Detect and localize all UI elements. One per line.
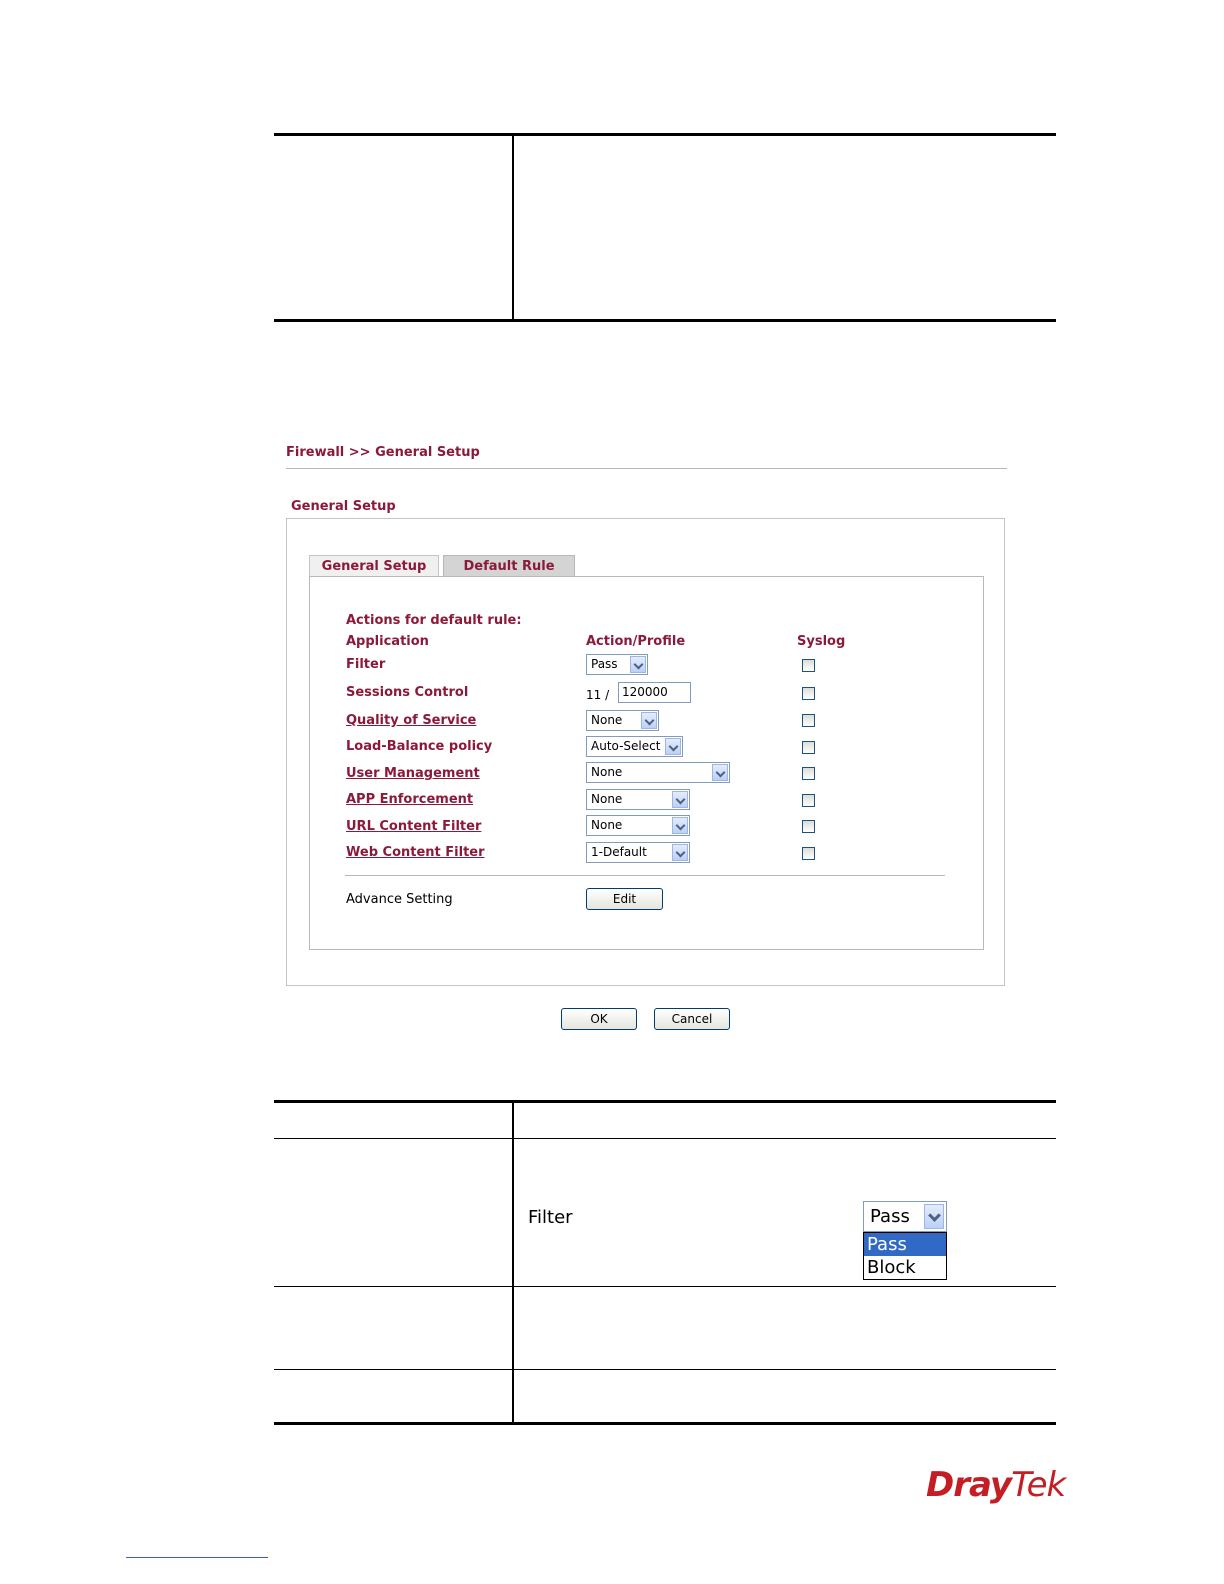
example-filter-select[interactable]: Pass — [863, 1201, 947, 1232]
tab-default-rule[interactable]: Default Rule — [443, 555, 575, 577]
chevron-down-icon — [712, 764, 728, 781]
logo-dray: Dray — [926, 1465, 1012, 1505]
column-action-profile: Action/Profile — [586, 634, 686, 649]
url-content-filter-select[interactable]: None — [586, 815, 690, 836]
bottom-table-bottom-rule — [274, 1422, 1056, 1425]
example-filter-label: Filter — [528, 1207, 573, 1228]
option-block[interactable]: Block — [864, 1256, 946, 1279]
url-content-filter-link[interactable]: URL Content Filter — [346, 819, 481, 834]
user-management-select[interactable]: None — [586, 762, 730, 783]
qos-select[interactable]: None — [586, 710, 659, 731]
cancel-button[interactable]: Cancel — [654, 1008, 730, 1030]
breadcrumb-divider — [286, 468, 1007, 469]
form-divider — [345, 875, 945, 876]
user-management-link[interactable]: User Management — [346, 766, 480, 781]
web-content-filter-select-value: 1-Default — [591, 845, 647, 859]
draytek-logo: DrayTek — [926, 1465, 1066, 1505]
load-balance-select-value: Auto-Select — [591, 739, 661, 753]
sessions-syslog-checkbox[interactable] — [802, 687, 815, 700]
ok-button[interactable]: OK — [561, 1008, 637, 1030]
chevron-down-icon — [672, 791, 688, 808]
bottom-table-row-rule — [274, 1369, 1056, 1370]
chevron-down-icon — [630, 656, 646, 673]
tab-general-setup[interactable]: General Setup — [309, 555, 439, 577]
sessions-control-label: Sessions Control — [346, 685, 469, 700]
qos-select-value: None — [591, 713, 623, 727]
breadcrumb: Firewall >> General Setup — [286, 445, 480, 460]
web-content-filter-link[interactable]: Web Content Filter — [346, 845, 485, 860]
bottom-table-row-rule — [274, 1286, 1056, 1287]
load-balance-label: Load-Balance policy — [346, 739, 493, 754]
footer-link-rule — [126, 1557, 268, 1558]
qos-syslog-checkbox[interactable] — [802, 714, 815, 727]
app-enforcement-link[interactable]: APP Enforcement — [346, 792, 473, 807]
load-balance-syslog-checkbox[interactable] — [802, 741, 815, 754]
app-enforcement-select-value: None — [591, 792, 623, 806]
url-content-filter-syslog-checkbox[interactable] — [802, 820, 815, 833]
column-application: Application — [346, 634, 429, 649]
logo-tek: Tek — [1011, 1465, 1066, 1505]
filter-syslog-checkbox[interactable] — [802, 659, 815, 672]
sessions-limit-input[interactable]: 120000 — [618, 682, 691, 703]
chevron-down-icon — [672, 844, 688, 861]
column-syslog: Syslog — [797, 634, 846, 649]
chevron-down-icon — [665, 738, 681, 755]
top-table-bottom-rule — [274, 319, 1056, 322]
bottom-table-divider — [512, 1103, 514, 1423]
edit-button[interactable]: Edit — [586, 888, 663, 910]
bottom-table-header-rule — [274, 1138, 1056, 1139]
chevron-down-icon — [672, 817, 688, 834]
actions-heading: Actions for default rule: — [346, 613, 522, 628]
web-content-filter-select[interactable]: 1-Default — [586, 842, 690, 863]
chevron-down-icon — [641, 712, 657, 729]
bottom-table-top-rule — [274, 1100, 1056, 1103]
filter-label: Filter — [346, 657, 386, 672]
chevron-down-icon — [924, 1204, 944, 1229]
app-enforcement-syslog-checkbox[interactable] — [802, 794, 815, 807]
app-enforcement-select[interactable]: None — [586, 789, 690, 810]
load-balance-select[interactable]: Auto-Select — [586, 736, 683, 757]
example-filter-select-value: Pass — [870, 1206, 910, 1227]
user-management-select-value: None — [591, 765, 623, 779]
advance-setting-label: Advance Setting — [346, 892, 453, 907]
example-filter-options: Pass Block — [863, 1232, 947, 1280]
user-management-syslog-checkbox[interactable] — [802, 767, 815, 780]
url-content-filter-select-value: None — [591, 818, 623, 832]
top-table-top-rule — [274, 133, 1056, 136]
quality-of-service-link[interactable]: Quality of Service — [346, 713, 476, 728]
filter-select[interactable]: Pass — [586, 654, 648, 675]
top-table-divider — [512, 136, 514, 320]
section-title: General Setup — [291, 499, 396, 514]
filter-select-value: Pass — [591, 657, 618, 671]
option-pass[interactable]: Pass — [864, 1233, 946, 1256]
web-content-filter-syslog-checkbox[interactable] — [802, 847, 815, 860]
sessions-current-count: 11 / — [586, 688, 610, 702]
